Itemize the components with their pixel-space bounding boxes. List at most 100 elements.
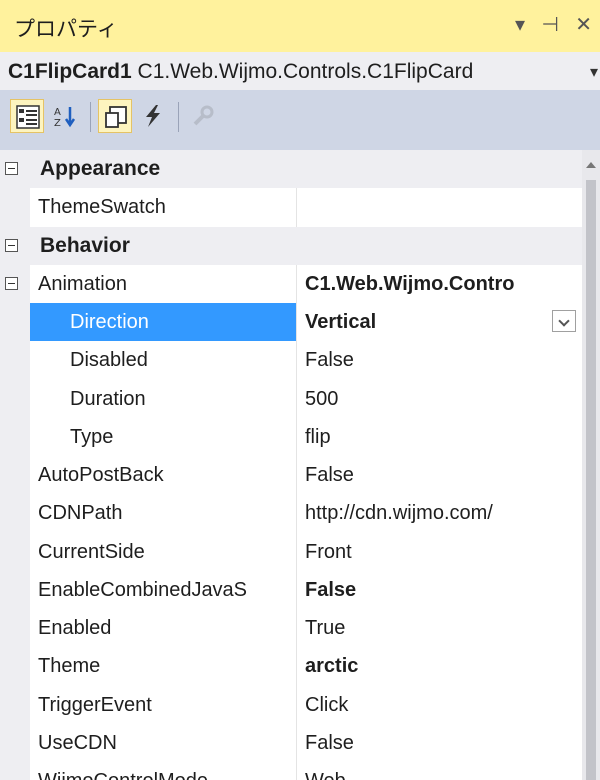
property-value[interactable]: flip [296, 417, 582, 456]
property-value[interactable]: Web [296, 762, 582, 780]
property-value-text: False [305, 731, 354, 754]
property-name[interactable]: TriggerEvent [30, 685, 296, 724]
property-value-text: True [305, 617, 346, 639]
property-value-text: False [305, 349, 354, 372]
property-name[interactable]: EnableCombinedJavaS [30, 570, 296, 609]
property-value[interactable]: False [296, 723, 582, 762]
property-pages-icon [193, 105, 214, 126]
property-row[interactable]: Enabled True [0, 609, 582, 648]
property-value[interactable]: http://cdn.wijmo.com/ [296, 494, 582, 533]
row-gutter [0, 456, 30, 495]
property-value-text: Web [305, 770, 346, 780]
property-value[interactable]: C1.Web.Wijmo.Contro [296, 264, 582, 303]
property-row[interactable]: Animation C1.Web.Wijmo.Contro [0, 264, 582, 303]
property-value[interactable]: True [296, 609, 582, 648]
property-name[interactable]: UseCDN [30, 723, 296, 762]
property-name[interactable]: CurrentSide [30, 532, 296, 571]
window-controls: ▾ ⊣ ✕ [505, 12, 592, 36]
toolbar-separator [178, 102, 179, 132]
object-selector[interactable]: C1FlipCard1 C1.Web.Wijmo.Controls.C1Flip… [0, 52, 600, 90]
row-gutter [0, 303, 30, 342]
property-name[interactable]: Enabled [30, 609, 296, 648]
window-menu-dropdown-icon[interactable]: ▾ [515, 12, 525, 36]
row-gutter [0, 264, 30, 303]
property-value[interactable]: 500 [296, 379, 582, 418]
property-name[interactable]: Animation [30, 264, 296, 303]
categorized-button[interactable] [10, 99, 44, 133]
scrollbar-thumb[interactable] [586, 180, 596, 780]
property-row[interactable]: WijmoControlMode Web [0, 762, 582, 780]
object-type: C1.Web.Wijmo.Controls.C1FlipCard [137, 60, 474, 83]
property-value-text: arctic [305, 655, 359, 678]
property-name[interactable]: Theme [30, 647, 296, 686]
row-gutter [0, 723, 30, 762]
property-value[interactable]: Vertical [296, 303, 582, 342]
property-value[interactable]: False [296, 456, 582, 495]
property-value-text: False [305, 464, 354, 486]
property-name[interactable]: Type [30, 417, 296, 456]
property-value-text: Click [305, 693, 349, 716]
property-value[interactable]: Front [296, 532, 582, 571]
collapse-icon[interactable] [5, 162, 18, 175]
properties-button[interactable] [98, 99, 132, 133]
collapse-icon[interactable] [5, 238, 18, 252]
property-row[interactable]: Disabled False [0, 341, 582, 380]
toolbar-separator [90, 102, 91, 132]
property-value-text: flip [305, 425, 331, 448]
property-row[interactable]: CurrentSide Front [0, 532, 582, 571]
object-selector-dropdown-icon[interactable]: ▾ [590, 62, 598, 82]
property-name[interactable]: Direction [30, 303, 296, 342]
alphabetical-button[interactable]: A Z [48, 99, 82, 133]
close-icon[interactable]: ✕ [575, 12, 592, 36]
property-row[interactable]: EnableCombinedJavaS False [0, 570, 582, 609]
property-row[interactable]: UseCDN False [0, 723, 582, 762]
property-value-text: http://cdn.wijmo.com/ [305, 502, 493, 525]
property-row[interactable]: Direction Vertical [0, 303, 582, 342]
property-name[interactable]: CDNPath [30, 494, 296, 533]
properties-icon [105, 106, 127, 128]
row-gutter [0, 762, 30, 780]
properties-toolbar: A Z [0, 90, 600, 145]
property-name[interactable]: AutoPostBack [30, 456, 296, 495]
property-value[interactable]: arctic [296, 647, 582, 686]
property-value[interactable]: False [296, 570, 582, 609]
property-row[interactable]: ThemeSwatch [0, 188, 582, 227]
scroll-up-icon[interactable] [586, 162, 596, 168]
vertical-scrollbar[interactable] [582, 150, 600, 780]
property-row[interactable]: Type flip [0, 417, 582, 456]
property-row[interactable]: TriggerEvent Click [0, 685, 582, 724]
row-gutter [0, 226, 30, 265]
property-name[interactable]: WijmoControlMode [30, 762, 296, 780]
categorized-icon [16, 105, 40, 129]
collapse-icon[interactable] [5, 276, 18, 290]
category-row[interactable]: Appearance [0, 150, 582, 189]
events-icon [146, 105, 160, 127]
property-row[interactable]: Theme arctic [0, 647, 582, 686]
svg-text:A: A [54, 107, 61, 118]
property-pages-button[interactable] [186, 99, 220, 133]
property-value[interactable] [296, 188, 582, 227]
alphabetical-icon: A Z [54, 107, 76, 128]
auto-hide-pin-icon[interactable]: ⊣ [541, 12, 558, 36]
row-gutter [0, 685, 30, 724]
property-value-text: Front [305, 540, 352, 563]
property-grid[interactable]: Appearance ThemeSwatch Behavior Animation C1… [0, 150, 582, 780]
row-gutter [0, 570, 30, 609]
events-button[interactable] [136, 99, 170, 133]
property-value-text: Vertical [305, 311, 377, 333]
property-name[interactable]: Disabled [30, 341, 296, 380]
property-value[interactable]: Click [296, 685, 582, 724]
property-row[interactable]: Duration 500 [0, 379, 582, 418]
property-row[interactable]: AutoPostBack False [0, 456, 582, 495]
row-gutter [0, 341, 30, 380]
category-row[interactable]: Behavior [0, 226, 582, 265]
property-name[interactable]: Duration [30, 379, 296, 418]
property-name[interactable]: ThemeSwatch [30, 188, 296, 227]
row-gutter [0, 532, 30, 571]
value-dropdown-button[interactable] [552, 310, 576, 332]
property-row[interactable]: CDNPath http://cdn.wijmo.com/ [0, 494, 582, 533]
property-value[interactable]: False [296, 341, 582, 380]
row-gutter [0, 494, 30, 533]
row-gutter [0, 379, 30, 418]
category-label: Appearance [40, 157, 161, 180]
